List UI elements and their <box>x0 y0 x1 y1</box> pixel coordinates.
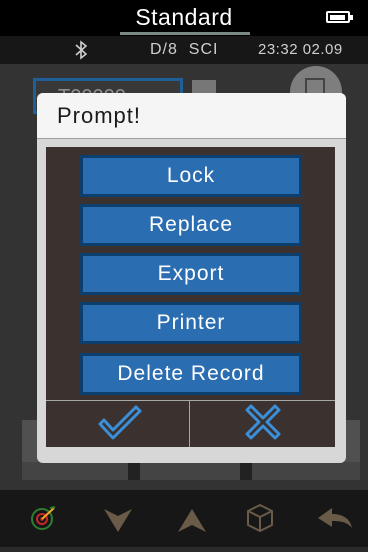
background-divider <box>128 462 140 480</box>
back-button[interactable] <box>304 490 364 547</box>
dialog-header: Prompt! <box>37 93 346 139</box>
cube-button[interactable] <box>230 490 290 547</box>
dialog-footer <box>46 400 335 447</box>
back-arrow-icon <box>318 508 352 528</box>
background-strip <box>22 462 360 480</box>
target-measure-button[interactable] <box>14 490 74 547</box>
battery-level <box>330 15 345 20</box>
dialog-title: Prompt! <box>57 103 142 128</box>
lock-button[interactable]: Lock <box>80 155 302 197</box>
title-underline <box>120 32 250 35</box>
bluetooth-icon <box>75 40 87 60</box>
clock: 23:32 02.09 <box>258 41 343 58</box>
cube-icon <box>247 504 273 532</box>
delete-record-button[interactable]: Delete Record <box>80 353 302 395</box>
confirm-button[interactable] <box>46 401 190 447</box>
arrow-down-icon <box>104 509 132 532</box>
cancel-button[interactable] <box>190 401 335 447</box>
replace-button[interactable]: Replace <box>80 204 302 246</box>
down-button[interactable] <box>88 490 148 547</box>
printer-button[interactable]: Printer <box>80 302 302 344</box>
dialog-body: Lock Replace Export Printer Delete Recor… <box>46 147 335 447</box>
page-title: Standard <box>135 4 233 30</box>
up-button[interactable] <box>162 490 222 547</box>
close-x-icon <box>245 404 281 440</box>
measurement-mode: D/8 SCI <box>150 41 219 58</box>
prompt-dialog: Prompt! Lock Replace Export Printer Dele… <box>37 93 346 463</box>
checkmark-icon <box>98 405 142 440</box>
bottom-toolbar <box>0 490 368 547</box>
target-measure-icon <box>31 506 56 530</box>
export-button[interactable]: Export <box>80 253 302 295</box>
arrow-up-icon <box>178 509 206 532</box>
battery-icon <box>326 11 353 23</box>
background-divider <box>240 462 252 480</box>
